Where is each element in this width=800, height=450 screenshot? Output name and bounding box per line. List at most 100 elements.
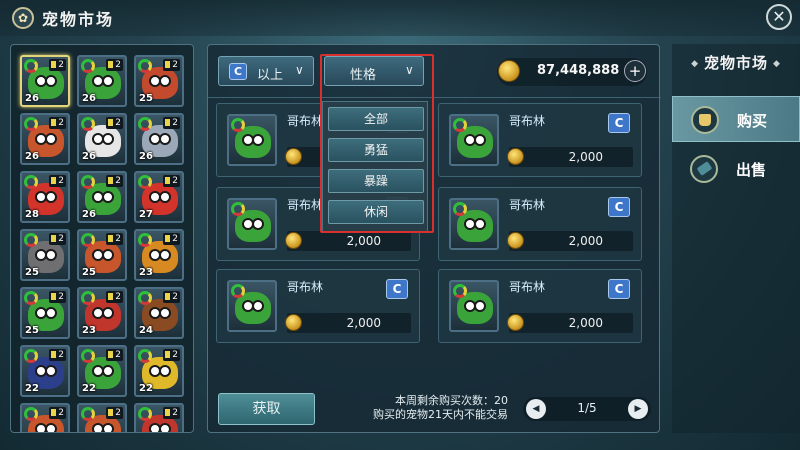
gold-amount: 87,448,888 bbox=[537, 63, 620, 78]
page-title: 宠物市场 bbox=[42, 10, 115, 29]
star-count-badge: 2 bbox=[49, 59, 66, 71]
market-listing-card[interactable]: 哥布林 C 2,000 bbox=[216, 269, 420, 343]
inventory-pet-slot[interactable]: 2 26 bbox=[77, 55, 127, 107]
inventory-pet-slot[interactable]: 2 28 bbox=[20, 171, 70, 223]
add-gold-button[interactable]: + bbox=[624, 60, 646, 82]
inventory-pet-slot[interactable]: 2 26 bbox=[77, 113, 127, 165]
market-listing-card[interactable]: 哥布林 C 2,000 bbox=[438, 187, 642, 261]
grade-c-badge: C bbox=[608, 279, 630, 299]
grade-c-badge: C bbox=[608, 197, 630, 217]
listing-pet-name: 哥布林 bbox=[287, 280, 324, 294]
element-ring-icon bbox=[24, 175, 38, 189]
inventory-pet-slot[interactable]: 2 23 bbox=[77, 287, 127, 339]
nature-option-brave[interactable]: 勇猛 bbox=[328, 138, 424, 162]
pet-level: 25 bbox=[139, 93, 153, 104]
star-count-badge: 2 bbox=[163, 175, 180, 187]
weekly-purchases-remaining: 本周剩余购买次数：20 bbox=[395, 394, 508, 407]
element-ring-icon bbox=[81, 407, 95, 421]
element-ring-icon bbox=[81, 175, 95, 189]
inventory-pet-slot[interactable]: 2 26 bbox=[134, 113, 184, 165]
purchase-notice: 本周剩余购买次数：20 购买的宠物21天内不能交易 bbox=[358, 394, 508, 422]
listing-pet-thumbnail bbox=[449, 280, 499, 332]
inventory-pet-slot[interactable]: 2 25 bbox=[134, 55, 184, 107]
star-count-badge: 2 bbox=[163, 349, 180, 361]
divider bbox=[208, 97, 661, 98]
listing-price-value: 2,000 bbox=[346, 316, 381, 330]
listing-pet-thumbnail bbox=[449, 114, 499, 166]
nav-buy-label: 购买 bbox=[737, 112, 768, 130]
gold-coin-icon bbox=[507, 314, 524, 331]
inventory-pet-slot[interactable]: 2 25 bbox=[20, 229, 70, 281]
star-count-badge: 2 bbox=[49, 407, 66, 419]
element-ring-icon bbox=[24, 291, 38, 305]
inventory-pet-slot[interactable]: 2 26 bbox=[20, 55, 70, 107]
star-count-badge: 2 bbox=[49, 117, 66, 129]
grade-filter-label: 以上 bbox=[257, 68, 284, 83]
nature-option-all[interactable]: 全部 bbox=[328, 107, 424, 131]
market-listing-card[interactable]: 哥布林 C 2,000 bbox=[438, 269, 642, 343]
star-count-badge: 2 bbox=[106, 59, 123, 71]
element-ring-icon bbox=[24, 349, 38, 363]
nature-option-hasty[interactable]: 暴躁 bbox=[328, 169, 424, 193]
nature-filter-dropdown[interactable]: 性格 ∨ bbox=[324, 56, 424, 86]
element-ring-icon bbox=[24, 233, 38, 247]
element-ring-icon bbox=[231, 118, 245, 132]
listing-pet-thumbnail bbox=[227, 114, 277, 166]
gold-coin-icon bbox=[507, 148, 524, 165]
inventory-pet-slot[interactable]: 2 25 bbox=[77, 229, 127, 281]
star-count-badge: 2 bbox=[163, 117, 180, 129]
chevron-down-icon: ∨ bbox=[295, 63, 304, 77]
element-ring-icon bbox=[81, 349, 95, 363]
star-count-badge: 2 bbox=[163, 59, 180, 71]
chevron-down-icon: ∨ bbox=[405, 63, 414, 77]
market-listing-card[interactable]: 哥布林 C 2,000 bbox=[438, 103, 642, 177]
pet-level: 25 bbox=[82, 267, 96, 278]
close-button[interactable]: ✕ bbox=[766, 4, 792, 30]
element-ring-icon bbox=[138, 291, 152, 305]
star-count-badge: 2 bbox=[163, 233, 180, 245]
inventory-pet-slot[interactable]: 2 26 bbox=[20, 113, 70, 165]
star-count-badge: 2 bbox=[106, 291, 123, 303]
grade-filter-dropdown[interactable]: C 以上 ∨ bbox=[218, 56, 314, 86]
nature-options-menu: 全部 勇猛 暴躁 休闲 bbox=[322, 101, 428, 233]
listing-price-value: 2,000 bbox=[346, 234, 381, 248]
inventory-pet-slot[interactable]: 2 26 bbox=[77, 171, 127, 223]
grade-c-badge: C bbox=[386, 279, 408, 299]
element-ring-icon bbox=[138, 59, 152, 73]
market-listing-panel: C 以上 ∨ 性格 ∨ 87,448,888 + 哥布林 C 2,000 哥布林 C 2,… bbox=[207, 44, 661, 433]
next-page-button[interactable]: ▶ bbox=[628, 399, 648, 419]
element-ring-icon bbox=[81, 59, 95, 73]
inventory-pet-slot[interactable]: 222 bbox=[20, 403, 70, 432]
inventory-pet-slot[interactable]: 222 bbox=[134, 403, 184, 432]
star-count-badge: 2 bbox=[106, 175, 123, 187]
nav-sell-label: 出售 bbox=[736, 161, 767, 179]
nav-sell-tab[interactable]: 出售 bbox=[672, 146, 800, 192]
pagination: ◀ 1/5 ▶ bbox=[523, 397, 651, 421]
pet-inventory-panel[interactable]: 2 26 2 26 2 25 2 26 2 26 2 26 2 28 2 26 2 27 2 25 2 25 2 23 2 25 2… bbox=[10, 44, 194, 433]
inventory-pet-slot[interactable]: 2 25 bbox=[20, 287, 70, 339]
listing-pet-name: 哥布林 bbox=[509, 114, 546, 128]
element-ring-icon bbox=[453, 202, 467, 216]
star-count-badge: 2 bbox=[106, 349, 123, 361]
nature-option-relaxed[interactable]: 休闲 bbox=[328, 200, 424, 224]
element-ring-icon bbox=[138, 233, 152, 247]
listing-pet-name: 哥布林 bbox=[509, 280, 546, 294]
gold-balance: 87,448,888 + bbox=[497, 58, 647, 86]
nav-buy-tab[interactable]: 购买 bbox=[672, 96, 800, 142]
gold-coin-icon bbox=[507, 232, 524, 249]
listing-price: 2,000 bbox=[285, 231, 411, 251]
element-ring-icon bbox=[453, 118, 467, 132]
inventory-pet-slot[interactable]: 222 bbox=[20, 345, 70, 397]
inventory-pet-slot[interactable]: 222 bbox=[77, 345, 127, 397]
acquire-button[interactable]: 获取 bbox=[218, 393, 315, 425]
element-ring-icon bbox=[24, 407, 38, 421]
inventory-pet-slot[interactable]: 222 bbox=[77, 403, 127, 432]
inventory-pet-slot[interactable]: 2 24 bbox=[134, 287, 184, 339]
listing-pet-name: 哥布林 bbox=[287, 198, 324, 212]
listing-price: 2,000 bbox=[507, 231, 633, 251]
inventory-pet-slot[interactable]: 2 27 bbox=[134, 171, 184, 223]
inventory-pet-slot[interactable]: 222 bbox=[134, 345, 184, 397]
element-ring-icon bbox=[81, 117, 95, 131]
star-count-badge: 2 bbox=[106, 233, 123, 245]
inventory-pet-slot[interactable]: 2 23 bbox=[134, 229, 184, 281]
